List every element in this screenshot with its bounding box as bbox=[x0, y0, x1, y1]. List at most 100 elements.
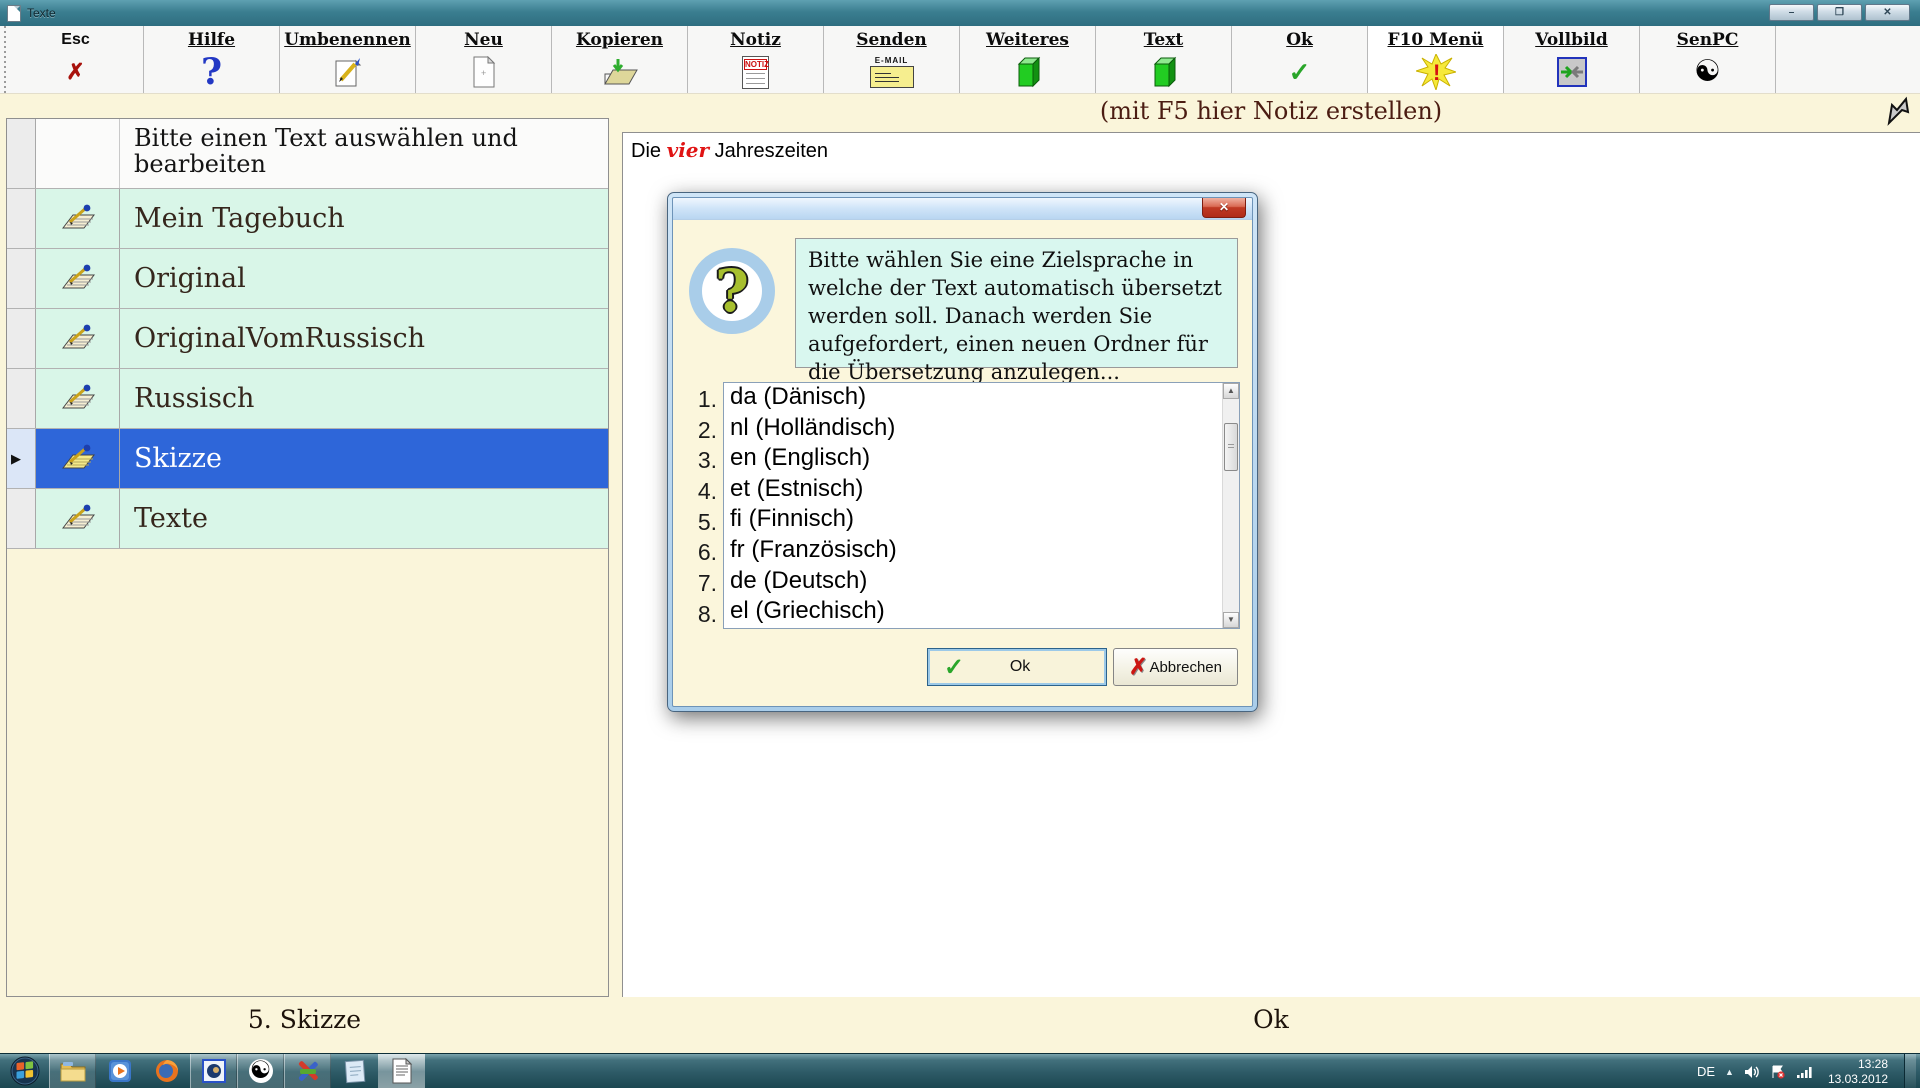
document-title: Die vier Jahreszeiten bbox=[623, 133, 1920, 163]
language-option-nl[interactable]: nl (Holländisch) bbox=[724, 414, 1239, 445]
taskbar: ☯ DE ▲ bbox=[0, 1053, 1920, 1088]
copy-folder-icon bbox=[601, 56, 639, 88]
dialog-titlebar bbox=[673, 198, 1252, 220]
language-option-da[interactable]: da (Dänisch) bbox=[724, 383, 1239, 414]
weiteres-button[interactable]: Weiteres bbox=[960, 26, 1096, 93]
vollbild-label: Vollbild bbox=[1535, 29, 1608, 51]
senpc-button[interactable]: SenPC ☯ bbox=[1640, 26, 1776, 93]
notebook-pen-icon bbox=[58, 324, 98, 354]
selector-column-header bbox=[7, 119, 36, 188]
vollbild-button[interactable]: Vollbild bbox=[1504, 26, 1640, 93]
notepad-icon bbox=[343, 1058, 367, 1084]
notiz-button[interactable]: Notiz NOTIZ bbox=[688, 26, 824, 93]
notebook-pen-icon bbox=[58, 204, 98, 234]
list-item-skizze-selected[interactable]: ▶ Skizze bbox=[7, 429, 608, 489]
media-player-icon bbox=[107, 1058, 133, 1084]
taskbar-viewer-button[interactable] bbox=[190, 1054, 237, 1088]
list-item-original[interactable]: Original bbox=[7, 249, 608, 309]
language-option-en[interactable]: en (Englisch) bbox=[724, 444, 1239, 475]
listbox-scrollbar[interactable]: ▲ ▼ bbox=[1222, 383, 1239, 628]
ok-button[interactable]: Ok ✓ bbox=[1232, 26, 1368, 93]
notebook-pen-icon bbox=[58, 444, 98, 474]
list-item-russisch[interactable]: Russisch bbox=[7, 369, 608, 429]
weiteres-label: Weiteres bbox=[986, 29, 1069, 51]
taskbar-mediaplayer-button[interactable] bbox=[96, 1054, 143, 1088]
status-right-text: Ok bbox=[622, 1005, 1920, 1034]
dialog-message: Bitte wählen Sie eine Zielsprache in wel… bbox=[795, 238, 1238, 368]
app-icon bbox=[7, 5, 21, 22]
notebook-pen-icon bbox=[58, 504, 98, 534]
text-label: Text bbox=[1144, 29, 1184, 51]
minimize-button[interactable]: – bbox=[1769, 4, 1814, 21]
list-item-texte[interactable]: Texte bbox=[7, 489, 608, 549]
action-center-flag-icon[interactable] bbox=[1770, 1065, 1786, 1079]
hilfe-label: Hilfe bbox=[188, 29, 235, 51]
red-x-icon: ✗ bbox=[1129, 654, 1147, 680]
green-check-icon: ✓ bbox=[944, 653, 964, 682]
question-mark-icon: ? bbox=[689, 248, 775, 334]
f10-menu-button[interactable]: F10 Menü ! bbox=[1368, 26, 1504, 93]
list-item-originalvomrussisch[interactable]: OriginalVomRussisch bbox=[7, 309, 608, 369]
neu-button[interactable]: Neu + bbox=[416, 26, 552, 93]
umbenennen-button[interactable]: Umbenennen bbox=[280, 26, 416, 93]
taskbar-notepad-button[interactable] bbox=[331, 1054, 378, 1088]
scroll-up-icon[interactable]: ▲ bbox=[1223, 383, 1239, 399]
senden-button[interactable]: Senden E-MAIL bbox=[824, 26, 960, 93]
language-option-et[interactable]: et (Estnisch) bbox=[724, 475, 1239, 506]
hilfe-button[interactable]: Hilfe ? bbox=[144, 26, 280, 93]
scrollbar-thumb[interactable] bbox=[1224, 423, 1238, 471]
esc-label: Esc bbox=[61, 29, 89, 51]
notebook-pen-icon bbox=[58, 264, 98, 294]
language-indicator[interactable]: DE bbox=[1697, 1064, 1715, 1079]
taskbar-vstudio-button[interactable] bbox=[284, 1054, 331, 1088]
scroll-down-icon[interactable]: ▼ bbox=[1223, 612, 1239, 628]
document-title-accent: vier bbox=[667, 138, 709, 162]
language-dialog: ✕ ? Bitte wählen Sie eine Zielsprache in… bbox=[667, 192, 1258, 712]
language-option-de[interactable]: de (Deutsch) bbox=[724, 567, 1239, 598]
text-list-panel: Bitte einen Text auswählen und bearbeite… bbox=[6, 118, 609, 997]
dialog-ok-button[interactable]: ✓ Ok bbox=[927, 648, 1107, 686]
starburst-exclamation-icon: ! bbox=[1416, 54, 1456, 90]
taskbar-document-button[interactable] bbox=[378, 1054, 425, 1088]
tray-clock[interactable]: 13:28 13.03.2012 bbox=[1828, 1057, 1888, 1087]
notebook-pen-icon bbox=[58, 384, 98, 414]
green-book-icon bbox=[1013, 56, 1043, 88]
list-item-mein-tagebuch[interactable]: Mein Tagebuch bbox=[7, 189, 608, 249]
dialog-cancel-button[interactable]: ✗ Abbrechen bbox=[1113, 648, 1238, 686]
hidden-icons-chevron[interactable]: ▲ bbox=[1725, 1067, 1734, 1077]
esc-button[interactable]: Esc ✗ bbox=[8, 26, 144, 93]
yin-yang-icon: ☯ bbox=[1694, 57, 1721, 87]
show-desktop-button[interactable] bbox=[1904, 1054, 1916, 1088]
kopieren-label: Kopieren bbox=[576, 29, 663, 51]
notiz-note-icon: NOTIZ bbox=[742, 56, 769, 89]
volume-icon[interactable] bbox=[1744, 1065, 1760, 1079]
status-selected-item: 5. Skizze bbox=[0, 1005, 609, 1034]
list-header-text: Bitte einen Text auswählen und bearbeite… bbox=[134, 125, 534, 178]
toolbar-drag-handle bbox=[0, 26, 8, 93]
network-signal-icon[interactable] bbox=[1796, 1065, 1814, 1079]
start-button[interactable] bbox=[0, 1054, 49, 1088]
windows-explorer-icon bbox=[59, 1059, 87, 1083]
taskbar-firefox-button[interactable] bbox=[143, 1054, 190, 1088]
language-option-el[interactable]: el (Griechisch) bbox=[724, 597, 1239, 628]
umbenennen-label: Umbenennen bbox=[284, 29, 411, 51]
language-option-fr[interactable]: fr (Französisch) bbox=[724, 536, 1239, 567]
yin-yang-icon: ☯ bbox=[249, 1059, 273, 1083]
crossing-ribbons-icon bbox=[295, 1058, 321, 1084]
tray-time: 13:28 bbox=[1828, 1057, 1888, 1072]
dialog-close-button[interactable]: ✕ bbox=[1202, 198, 1246, 218]
text-button[interactable]: Text bbox=[1096, 26, 1232, 93]
language-listbox[interactable]: da (Dänisch) nl (Holländisch) en (Englis… bbox=[723, 382, 1240, 629]
restore-button[interactable]: ❐ bbox=[1817, 4, 1862, 21]
windows-start-icon bbox=[10, 1056, 40, 1086]
taskbar-senpc-button[interactable]: ☯ bbox=[237, 1054, 284, 1088]
taskbar-explorer-button[interactable] bbox=[49, 1054, 96, 1088]
svg-text:+: + bbox=[481, 68, 486, 78]
f5-note-hint: (mit F5 hier Notiz erstellen) bbox=[622, 97, 1920, 125]
kopieren-button[interactable]: Kopieren bbox=[552, 26, 688, 93]
fullscreen-arrows-icon bbox=[1556, 56, 1588, 88]
corner-arrow-icon[interactable] bbox=[1882, 96, 1912, 128]
language-option-fi[interactable]: fi (Finnisch) bbox=[724, 505, 1239, 536]
close-button[interactable]: ✕ bbox=[1865, 4, 1910, 21]
system-tray: DE ▲ 13:28 13.03.2012 bbox=[1697, 1054, 1920, 1088]
